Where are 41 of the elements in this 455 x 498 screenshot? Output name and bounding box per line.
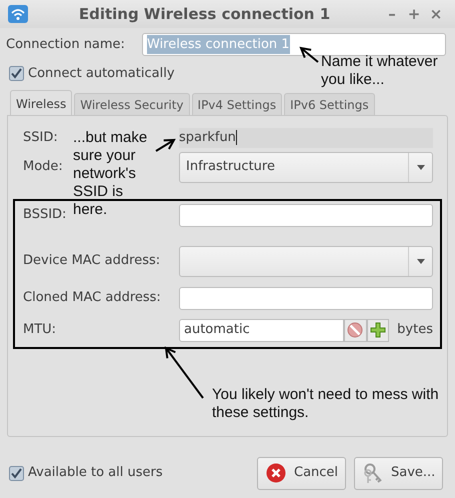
increase-button[interactable] — [366, 318, 390, 342]
window-control-button[interactable]: – — [381, 2, 403, 26]
plus-icon — [370, 322, 386, 338]
text-field[interactable] — [179, 204, 433, 226]
dropdown-arrow-icon — [416, 164, 424, 170]
field-label: Mode: — [23, 159, 63, 174]
wifi-icon — [8, 5, 28, 23]
tab[interactable]: Wireless Security — [74, 92, 190, 114]
dropdown-arrow-icon — [416, 258, 424, 264]
dialog-button[interactable]: Cancel — [257, 456, 346, 490]
checkbox-label: Available to all users — [28, 464, 163, 482]
text-field[interactable] — [179, 286, 433, 310]
spin-field[interactable]: automatic — [179, 318, 344, 342]
dropdown[interactable] — [179, 246, 433, 276]
field-label: Cloned MAC address: — [23, 290, 161, 306]
cancel-icon — [266, 463, 286, 483]
field-label: MTU: — [23, 322, 56, 338]
checkbox-label: Connect automatically — [28, 65, 175, 83]
annotation-arrow — [155, 138, 176, 152]
annotation-text: Name it whatever you like... — [321, 53, 439, 89]
no-entry-icon — [347, 322, 364, 338]
tab[interactable]: Wireless — [10, 90, 72, 114]
annotation-text: You likely won't need to mess with these settings. — [212, 386, 440, 422]
field-label: BSSID: — [23, 207, 66, 222]
dropdown[interactable]: Infrastructure — [179, 152, 433, 182]
annotation-text: ...but make sure your network's SSID is here. — [73, 129, 148, 219]
annotation-arrow — [299, 46, 319, 63]
window-control-button[interactable]: + — [403, 2, 425, 26]
unit-label: bytes — [397, 321, 433, 340]
tab[interactable]: IPv4 Settings — [192, 92, 282, 114]
window-title: Editing Wireless connection 1 — [78, 4, 332, 25]
window-control-button[interactable]: × — [425, 2, 447, 26]
dialog-button[interactable]: Save... — [354, 456, 443, 490]
field-label: Device MAC address: — [23, 253, 160, 268]
text-field[interactable]: sparkfun — [179, 128, 433, 148]
tab[interactable]: IPv6 Settings — [284, 92, 375, 114]
checkbox[interactable] — [9, 66, 24, 82]
field-label: SSID: — [23, 130, 58, 145]
field-label: Connection name: — [6, 36, 126, 54]
keys-icon — [363, 462, 383, 484]
checkbox[interactable] — [9, 466, 24, 480]
